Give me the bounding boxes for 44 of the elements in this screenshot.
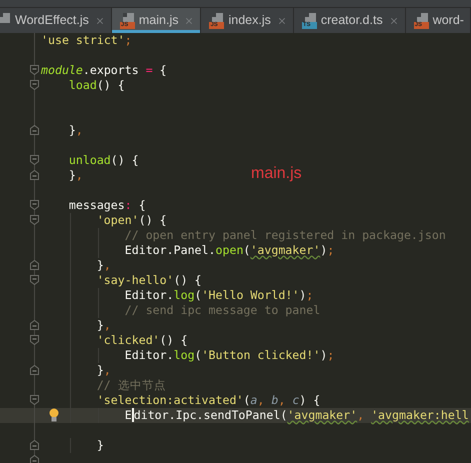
code-line: // open entry panel registered in package.json bbox=[124, 228, 446, 243]
code-line: }, bbox=[96, 363, 111, 378]
fold-icon[interactable] bbox=[30, 275, 39, 285]
code-line: 'use strict'; bbox=[41, 33, 132, 48]
code-line: // 选中节点 bbox=[96, 378, 166, 393]
code-line: 'say-hello'() { bbox=[96, 273, 202, 288]
code-line: 'open'() { bbox=[96, 213, 167, 228]
file-tab[interactable]: WordEffect.js bbox=[0, 8, 112, 33]
fold-icon[interactable] bbox=[30, 440, 39, 450]
annotation-label: main.js bbox=[251, 164, 302, 184]
code-line: }, bbox=[68, 123, 83, 138]
code-line: Editor.log('Hello World!'); bbox=[124, 288, 314, 303]
fold-icon[interactable] bbox=[30, 215, 39, 225]
close-icon[interactable] bbox=[388, 16, 399, 26]
fold-icon[interactable] bbox=[30, 455, 39, 463]
code-line: E ditor.Ipc.sendToPanel('avgmaker', 'avgmaker:hell bbox=[124, 408, 469, 423]
code-line: Editor.Panel.open('avgmaker'); bbox=[124, 243, 334, 258]
fold-icon[interactable] bbox=[30, 260, 39, 270]
code-line: }, bbox=[96, 318, 111, 333]
code-line: // send ipc message to panel bbox=[124, 303, 320, 318]
fold-icon[interactable] bbox=[30, 65, 39, 75]
code-line: Editor.log('Button clicked!'); bbox=[124, 348, 334, 363]
lightbulb-icon[interactable] bbox=[49, 408, 59, 422]
code-line: }, bbox=[96, 258, 111, 273]
code-line: }, bbox=[68, 168, 83, 183]
code-line: 'selection:activated'(a, b, c) { bbox=[96, 393, 320, 408]
code-line: 'clicked'() { bbox=[96, 333, 188, 348]
fold-icon[interactable] bbox=[30, 170, 39, 180]
text-cursor bbox=[132, 408, 134, 422]
code-line: } bbox=[96, 438, 104, 453]
fold-icon[interactable] bbox=[30, 335, 39, 345]
close-icon[interactable] bbox=[276, 16, 287, 26]
close-icon[interactable] bbox=[94, 16, 105, 26]
code-line: messages: { bbox=[68, 198, 146, 213]
fold-icon[interactable] bbox=[30, 125, 39, 135]
code-line: module.exports = { bbox=[41, 63, 167, 78]
fold-icon[interactable] bbox=[30, 155, 39, 165]
fold-icon[interactable] bbox=[30, 395, 39, 405]
code-line: unload() { bbox=[68, 153, 139, 168]
fold-icon[interactable] bbox=[30, 365, 39, 375]
fold-icon[interactable] bbox=[30, 80, 39, 90]
code-line: load() { bbox=[68, 78, 125, 93]
fold-icon[interactable] bbox=[30, 200, 39, 210]
fold-icon[interactable] bbox=[30, 320, 39, 330]
